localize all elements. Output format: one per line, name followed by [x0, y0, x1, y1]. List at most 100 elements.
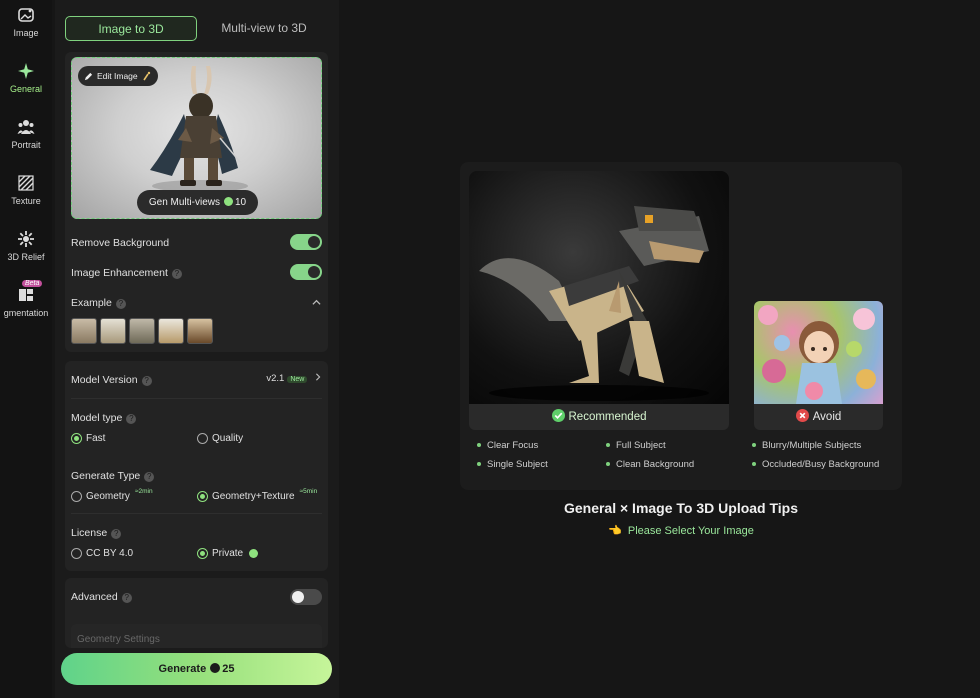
radio-dot	[71, 491, 82, 502]
radio-label: CC BY 4.0	[86, 548, 134, 559]
chevron-up-icon[interactable]	[312, 298, 321, 307]
new-badge: New	[287, 376, 308, 383]
model-type-quality-radio[interactable]: Quality	[197, 433, 243, 444]
license-private-radio[interactable]: Private	[197, 548, 260, 559]
pointing-hand-icon: 👈	[608, 525, 622, 537]
tips-subtitle-row: 👈 Please Select Your Image	[460, 524, 902, 537]
people-icon	[17, 120, 35, 134]
tips-title: General × Image To 3D Upload Tips	[563, 500, 799, 516]
advanced-card: Advanced? Geometry Settings	[65, 578, 328, 648]
example-thumb-2[interactable]	[100, 318, 126, 344]
recommended-label: Recommended	[469, 404, 729, 430]
license-row: License?	[71, 527, 122, 539]
rail-item-segmentation[interactable]: Beta gmentation	[0, 280, 52, 318]
image-icon	[18, 8, 34, 22]
rail-item-image[interactable]: Image	[0, 6, 52, 38]
rail-item-texture[interactable]: Texture	[0, 174, 52, 206]
avoid-text: Avoid	[812, 411, 842, 423]
remove-background-toggle[interactable]	[290, 234, 322, 250]
example-thumb-3[interactable]	[129, 318, 155, 344]
example-row: Example?	[71, 297, 126, 309]
gen-multiviews-button[interactable]: Gen Multi-views 10	[137, 190, 258, 215]
image-enhancement-label: Image Enhancement	[71, 267, 168, 279]
rail-item-portrait[interactable]: Portrait	[0, 118, 52, 150]
premium-icon	[249, 549, 259, 558]
model-version-selector[interactable]: v2.1 New	[266, 373, 322, 384]
relief-icon	[18, 231, 34, 247]
segmentation-icon	[19, 289, 33, 301]
mode-tabs: Image to 3D Multi-view to 3D	[65, 16, 328, 41]
radio-dot	[71, 433, 82, 444]
example-thumb-1[interactable]	[71, 318, 97, 344]
tab-multi-view-to-3d[interactable]: Multi-view to 3D	[198, 16, 330, 41]
rail-label: Image	[13, 28, 39, 38]
uploaded-image-area[interactable]: Edit Image Gen Multi-views 10	[71, 57, 322, 219]
remove-background-label: Remove Background	[71, 237, 170, 249]
example-thumb-5[interactable]	[187, 318, 213, 344]
model-type-fast-radio[interactable]: Fast	[71, 433, 105, 444]
rail-label: gmentation	[3, 308, 49, 318]
lego-dinosaur-image	[479, 206, 709, 401]
divider	[71, 513, 322, 514]
example-thumb-4[interactable]	[158, 318, 184, 344]
check-circle-icon	[551, 409, 565, 422]
credit-icon	[210, 663, 221, 673]
rail-item-3d-relief[interactable]: 3D Relief	[0, 230, 52, 262]
settings-panel: Image to 3D Multi-view to 3D Edit Image …	[55, 0, 339, 698]
generate-type-geometry-radio[interactable]: Geometry ≈2min	[71, 488, 153, 502]
geometry-settings-row[interactable]: Geometry Settings	[71, 624, 322, 648]
tip-recommended: Clear Focus	[477, 440, 538, 451]
x-circle-icon	[795, 409, 809, 422]
help-icon[interactable]: ?	[111, 529, 122, 539]
help-icon[interactable]: ?	[144, 472, 155, 482]
generate-label: Generate	[158, 663, 207, 675]
model-type-row: Model type?	[71, 412, 137, 424]
sparkle-icon	[18, 63, 34, 79]
pencil-icon	[84, 72, 93, 80]
radio-label: Quality	[212, 433, 244, 444]
radio-label: Private	[212, 548, 244, 559]
generate-cost: 25	[222, 663, 235, 675]
gen-multiviews-cost: 10	[235, 197, 247, 208]
help-icon[interactable]: ?	[121, 593, 132, 603]
time-estimate: ≈5min	[299, 488, 318, 495]
model-type-label: Model type	[71, 412, 123, 424]
rail-item-general[interactable]: General	[0, 62, 52, 94]
generate-type-label: Generate Type	[71, 470, 141, 482]
license-cc-radio[interactable]: CC BY 4.0	[71, 548, 133, 559]
divider	[71, 398, 322, 399]
help-icon[interactable]: ?	[126, 414, 137, 424]
recommended-example-image	[469, 171, 729, 404]
model-version-value: v2.1	[266, 373, 285, 384]
radio-dot	[197, 433, 208, 444]
texture-icon	[18, 175, 34, 191]
help-icon[interactable]: ?	[115, 299, 126, 309]
tip-recommended: Full Subject	[606, 440, 666, 451]
avoid-example-image	[754, 301, 883, 404]
image-enhancement-toggle[interactable]	[290, 264, 322, 280]
model-settings-card: Model Version? v2.1 New Model type? Fast …	[65, 361, 328, 571]
tip-recommended: Single Subject	[477, 459, 548, 470]
time-estimate: ≈2min	[134, 488, 153, 495]
help-icon[interactable]: ?	[141, 376, 152, 386]
radio-dot	[71, 548, 82, 559]
model-version-row: Model Version?	[71, 374, 152, 386]
rail-label: Texture	[11, 196, 41, 206]
tab-image-to-3d[interactable]: Image to 3D	[65, 16, 197, 41]
magic-icon	[142, 71, 150, 81]
flower-doll-image	[758, 305, 876, 404]
geometry-settings-label: Geometry Settings	[77, 634, 160, 645]
edit-image-button[interactable]: Edit Image	[78, 66, 158, 86]
generate-type-geometry-texture-radio[interactable]: Geometry+Texture ≈5min	[197, 488, 318, 502]
tip-avoid: Blurry/Multiple Subjects	[752, 440, 861, 451]
credit-icon	[224, 197, 233, 206]
help-icon[interactable]: ?	[171, 269, 182, 279]
radio-label: Geometry	[86, 491, 130, 502]
generate-button[interactable]: Generate 25	[61, 653, 332, 685]
advanced-label: Advanced	[71, 591, 118, 603]
tips-subtitle: Please Select Your Image	[627, 525, 754, 537]
license-label: License	[71, 527, 108, 539]
rail-label: 3D Relief	[7, 252, 45, 262]
avoid-label: Avoid	[754, 404, 883, 430]
advanced-toggle[interactable]	[290, 589, 322, 605]
